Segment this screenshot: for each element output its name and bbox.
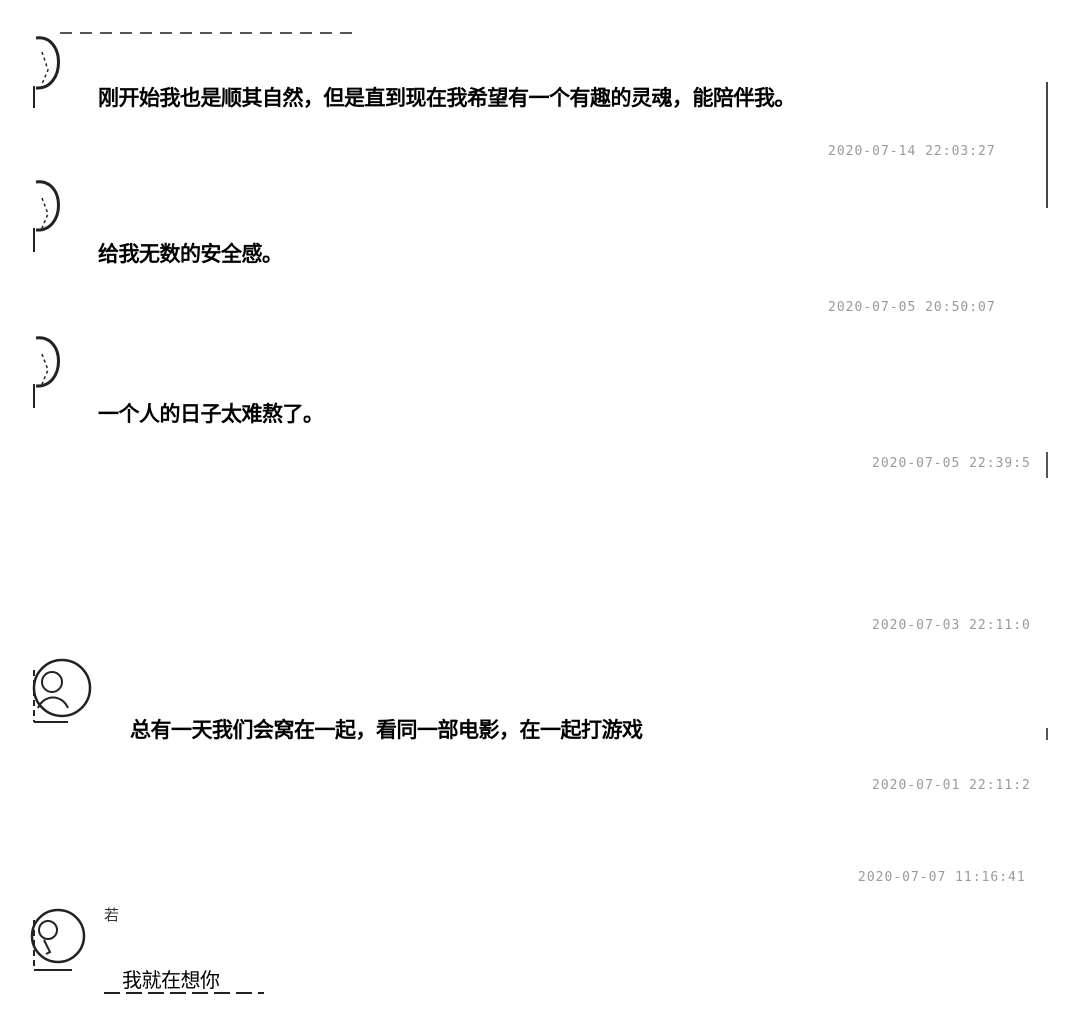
message-timestamp: 2020-07-07 11:16:41 xyxy=(858,870,1026,885)
scrollbar[interactable] xyxy=(1046,82,1048,208)
user-avatar-icon xyxy=(32,658,92,723)
message-text: 总有一天我们会窝在一起，看同一部电影，在一起打游戏 xyxy=(130,718,643,742)
message-timestamp: 2020-07-03 22:11:0 xyxy=(872,618,1031,633)
avatar[interactable] xyxy=(28,900,90,984)
scroll-tick xyxy=(1046,452,1048,478)
message-timestamp: 2020-07-05 20:50:07 xyxy=(828,300,996,315)
top-divider xyxy=(60,32,360,34)
user-avatar-icon xyxy=(30,908,86,971)
scroll-tick xyxy=(1046,728,1048,740)
message-timestamp: 2020-07-14 22:03:27 xyxy=(828,144,996,159)
sender-name: 若 xyxy=(104,906,120,924)
message-text: 给我无数的安全感。 xyxy=(98,242,283,266)
message-text: 刚开始我也是顺其自然，但是直到现在我希望有一个有趣的灵魂，能陪伴我。 xyxy=(98,86,796,110)
message-timestamp: 2020-07-01 22:11:2 xyxy=(872,778,1031,793)
user-avatar-icon xyxy=(33,336,60,408)
avatar[interactable] xyxy=(28,650,94,730)
avatar[interactable] xyxy=(26,176,86,256)
message-timestamp: 2020-07-05 22:39:5 xyxy=(872,456,1031,471)
message-underline xyxy=(104,992,264,994)
avatar[interactable] xyxy=(26,30,86,110)
message-text: 一个人的日子太难熬了。 xyxy=(98,402,324,426)
user-avatar-icon xyxy=(33,180,60,252)
avatar[interactable] xyxy=(26,332,86,412)
message-text: 我就在想你 xyxy=(122,968,220,992)
user-avatar-icon xyxy=(33,36,60,108)
